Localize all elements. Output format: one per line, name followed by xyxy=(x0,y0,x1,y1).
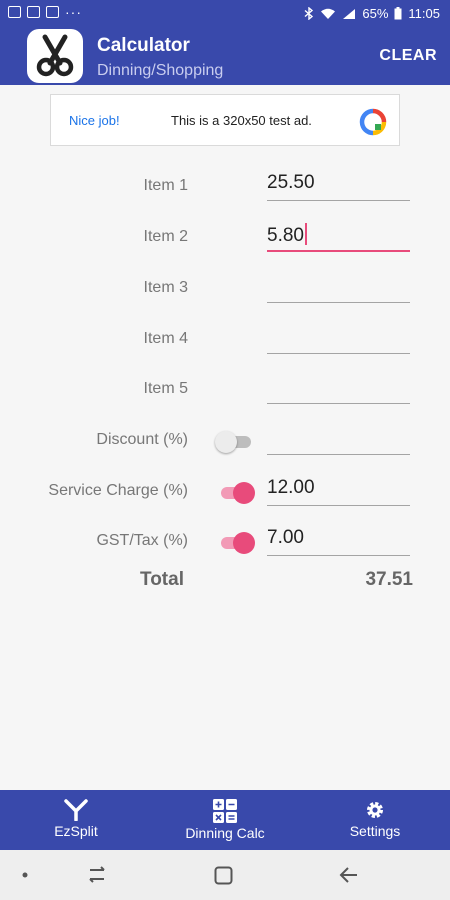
service-charge-label: Service Charge (%) xyxy=(48,482,188,499)
text-cursor xyxy=(304,223,307,245)
item-5-label: Item 5 xyxy=(143,380,188,397)
bluetooth-icon xyxy=(304,7,314,20)
nav-settings[interactable]: Settings xyxy=(336,790,414,850)
status-bar-notifications: ··· xyxy=(8,4,82,20)
item-1-input[interactable]: 25.50 xyxy=(267,171,410,201)
back-icon[interactable] xyxy=(339,866,359,884)
app-title: Calculator xyxy=(97,35,190,56)
item-3-label: Item 3 xyxy=(143,279,188,296)
ad-banner[interactable]: Nice job! This is a 320x50 test ad. xyxy=(50,94,400,146)
gst-value: 7.00 xyxy=(267,527,304,548)
battery-icon xyxy=(394,7,402,20)
total-value: 37.51 xyxy=(365,569,413,590)
discount-toggle-thumb xyxy=(215,431,237,453)
scissors-icon xyxy=(36,34,74,77)
service-charge-input[interactable]: 12.00 xyxy=(267,476,410,506)
nav-ezsplit[interactable]: EzSplit xyxy=(38,790,114,850)
bottom-nav: EzSplit Dinning Calc Settings xyxy=(0,790,450,850)
photo-notification-icon xyxy=(46,6,59,18)
home-icon[interactable] xyxy=(214,866,233,885)
system-nav-bar xyxy=(0,850,450,900)
discount-toggle[interactable] xyxy=(215,431,255,453)
item-2-label: Item 2 xyxy=(143,228,188,245)
gst-label: GST/Tax (%) xyxy=(96,532,188,549)
calculator-icon xyxy=(213,799,237,823)
signal-icon xyxy=(343,8,356,19)
discount-label: Discount (%) xyxy=(96,431,188,448)
app-bar: Calculator Dinning/Shopping CLEAR xyxy=(0,28,450,85)
dot-icon xyxy=(22,872,28,878)
total-label: Total xyxy=(140,569,184,590)
item-1-label: Item 1 xyxy=(143,177,188,194)
clock: 11:05 xyxy=(408,6,440,21)
recent-apps-icon[interactable] xyxy=(86,866,108,884)
gst-input[interactable]: 7.00 xyxy=(267,526,410,556)
status-bar-system: 65% 11:05 xyxy=(304,6,440,21)
battery-percent: 65% xyxy=(362,6,389,21)
gst-toggle-thumb xyxy=(233,532,255,554)
clear-button[interactable]: CLEAR xyxy=(379,47,437,65)
nav-settings-label: Settings xyxy=(349,823,401,839)
app-logo xyxy=(27,29,83,83)
item-3-input[interactable] xyxy=(267,273,410,303)
status-bar: ··· 65% 11:05 xyxy=(0,0,450,28)
service-charge-value: 12.00 xyxy=(267,477,315,498)
item-4-input[interactable] xyxy=(267,324,410,354)
more-notifications-icon: ··· xyxy=(65,4,82,20)
item-2-value: 5.80 xyxy=(267,225,304,246)
service-charge-toggle[interactable] xyxy=(215,482,255,504)
ad-nice-job-label: Nice job! xyxy=(69,113,120,128)
nav-dinning-calc-label: Dinning Calc xyxy=(185,825,265,841)
ad-text: This is a 320x50 test ad. xyxy=(171,113,312,128)
service-charge-toggle-thumb xyxy=(233,482,255,504)
gear-icon xyxy=(366,801,384,819)
nav-dinning-calc[interactable]: Dinning Calc xyxy=(168,790,282,850)
item-4-label: Item 4 xyxy=(143,330,188,347)
item-2-input[interactable]: 5.80 xyxy=(267,222,410,252)
image-notification-icon xyxy=(8,6,21,18)
nav-ezsplit-label: EzSplit xyxy=(54,823,98,839)
split-icon xyxy=(64,799,88,821)
image-notification-icon xyxy=(27,6,40,18)
item-1-value: 25.50 xyxy=(267,172,315,193)
app-subtitle: Dinning/Shopping xyxy=(97,62,224,79)
gst-toggle[interactable] xyxy=(215,532,255,554)
wifi-icon xyxy=(321,8,336,19)
ad-logo-icon xyxy=(359,108,387,136)
item-5-input[interactable] xyxy=(267,374,410,404)
discount-input[interactable] xyxy=(267,425,410,455)
